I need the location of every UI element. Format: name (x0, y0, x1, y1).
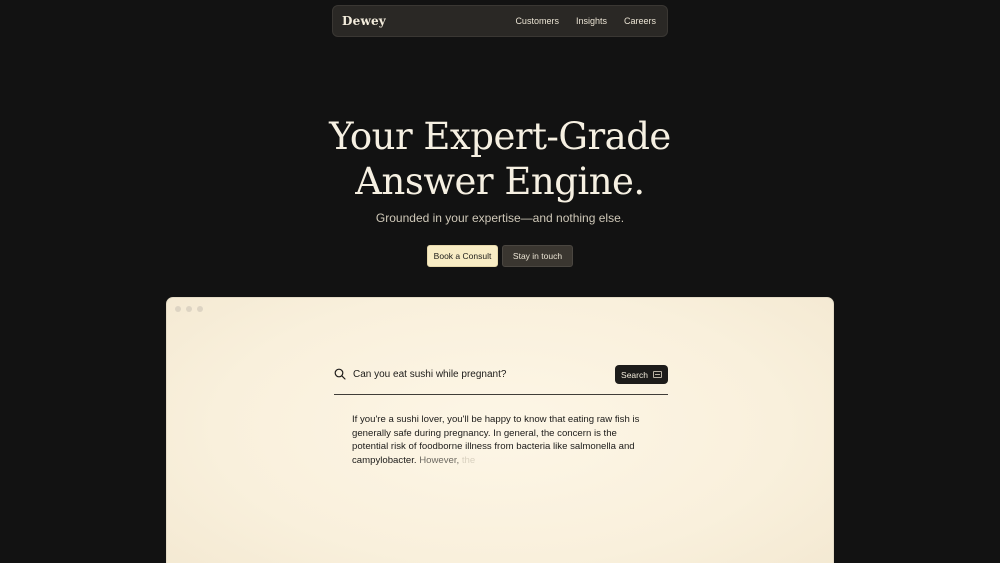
search-button-label: Search (621, 369, 648, 380)
keyboard-icon (652, 371, 662, 378)
search-query[interactable]: Can you eat sushi while pregnant? (353, 369, 506, 380)
search-button[interactable]: Search (615, 365, 668, 384)
demo-search-bar[interactable]: Can you eat sushi while pregnant? Search (334, 365, 668, 395)
nav-link-careers[interactable]: Careers (624, 16, 656, 26)
dewey-logo[interactable]: Dewey (342, 14, 386, 28)
answer-body: If you're a sushi lover, you'll be happy… (352, 414, 640, 466)
window-dot-2 (186, 306, 192, 312)
hero-title-line-1: Your Expert-Grade (329, 115, 671, 158)
demo-window: Can you eat sushi while pregnant? Search… (166, 297, 834, 563)
search-icon (334, 368, 346, 380)
window-dot-3 (197, 306, 203, 312)
nav-link-customers[interactable]: Customers (515, 16, 559, 26)
stay-in-touch-button[interactable]: Stay in touch (502, 245, 573, 267)
hero-subtitle: Grounded in your expertise—and nothing e… (375, 211, 625, 225)
nav-link-insights[interactable]: Insights (576, 16, 607, 26)
hero-title-line-2: Answer Engine. (355, 160, 645, 203)
book-consult-button[interactable]: Book a Consult (427, 245, 498, 267)
window-dots (175, 306, 203, 312)
window-dot-1 (175, 306, 181, 312)
answer-fade-2: the (461, 454, 476, 466)
answer-text: If you're a sushi lover, you'll be happy… (352, 413, 652, 467)
top-navbar: Dewey Customers Insights Careers (332, 5, 668, 37)
hero-title: Your Expert-Grade Answer Engine. (0, 114, 1000, 204)
nav-links: Customers Insights Careers (515, 16, 656, 26)
answer-fade-1: However, (419, 454, 460, 466)
